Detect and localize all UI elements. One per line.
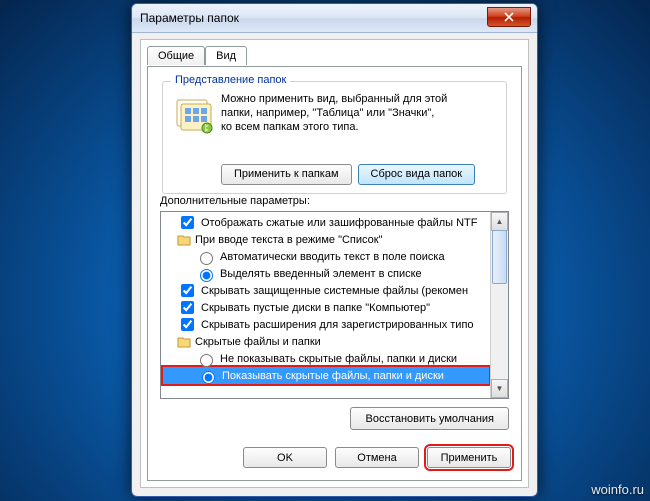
ok-button[interactable]: OK [243, 447, 327, 468]
scroll-thumb[interactable] [492, 230, 507, 284]
checkbox[interactable] [181, 301, 194, 314]
folder-options-dialog: Параметры папок Общие Вид Представление … [131, 3, 538, 497]
cancel-button[interactable]: Отмена [335, 447, 419, 468]
tree-item-ntfs-color[interactable]: Отображать сжатые или зашифрованные файл… [161, 214, 491, 231]
checkbox[interactable] [181, 216, 194, 229]
highlight-show-hidden: Показывать скрытые файлы, папки и диски [161, 365, 491, 386]
folder-icon [177, 335, 191, 349]
tree-item-auto-type[interactable]: Автоматически вводить текст в поле поиск… [161, 248, 491, 265]
tab-general[interactable]: Общие [147, 46, 205, 65]
tree-item-list-typing[interactable]: При вводе текста в режиме "Список" [161, 231, 491, 248]
tree-item-select-typed[interactable]: Выделять введенный элемент в списке [161, 265, 491, 282]
scrollbar[interactable]: ▲ ▼ [490, 212, 508, 398]
apply-button[interactable]: Применить [427, 447, 511, 468]
tab-view[interactable]: Вид [205, 46, 247, 65]
tab-strip: Общие Вид [147, 46, 247, 65]
tree-item-hide-protected[interactable]: Скрывать защищенные системные файлы (рек… [161, 282, 491, 299]
tree-item-hide-empty-drives[interactable]: Скрывать пустые диски в папке "Компьютер… [161, 299, 491, 316]
advanced-settings-tree[interactable]: Отображать сжатые или зашифрованные файл… [160, 211, 509, 399]
tree-item-hidden-files[interactable]: Скрытые файлы и папки [161, 333, 491, 350]
radio[interactable] [200, 252, 213, 265]
group-buttons: Применить к папкам Сброс вида папок [221, 164, 475, 185]
close-button[interactable] [487, 7, 531, 27]
tree-item-dont-show-hidden[interactable]: Не показывать скрытые файлы, папки и дис… [161, 350, 491, 367]
reset-folders-button[interactable]: Сброс вида папок [358, 164, 476, 185]
radio[interactable] [202, 371, 215, 384]
tree-item-hide-extensions[interactable]: Скрывать расширения для зарегистрированн… [161, 316, 491, 333]
titlebar[interactable]: Параметры папок [132, 4, 537, 33]
group-description: Можно применить вид, выбранный для этой … [221, 92, 496, 134]
dialog-body: Общие Вид Представление папок Можно прим… [140, 39, 529, 488]
checkbox[interactable] [181, 318, 194, 331]
folder-icon [177, 233, 191, 247]
apply-to-folders-button[interactable]: Применить к папкам [221, 164, 352, 185]
tab-panel-view: Представление папок Можно применить вид,… [147, 66, 522, 481]
tree-content: Отображать сжатые или зашифрованные файл… [161, 212, 491, 398]
restore-defaults-button[interactable]: Восстановить умолчания [350, 407, 509, 430]
folder-views-group: Представление папок Можно применить вид,… [162, 81, 507, 194]
radio[interactable] [200, 269, 213, 282]
dialog-buttons: OK Отмена Применить [243, 447, 511, 468]
advanced-settings-label: Дополнительные параметры: [160, 195, 310, 207]
radio[interactable] [200, 354, 213, 367]
dialog-title: Параметры папок [140, 11, 239, 25]
group-label: Представление папок [171, 74, 290, 86]
checkbox[interactable] [181, 284, 194, 297]
tree-item-show-hidden[interactable]: Показывать скрытые файлы, папки и диски [163, 367, 489, 384]
scroll-down-button[interactable]: ▼ [491, 379, 508, 398]
folders-icon [173, 94, 213, 134]
watermark: woinfo.ru [591, 482, 644, 497]
close-icon [504, 12, 514, 22]
scroll-up-button[interactable]: ▲ [491, 212, 508, 231]
